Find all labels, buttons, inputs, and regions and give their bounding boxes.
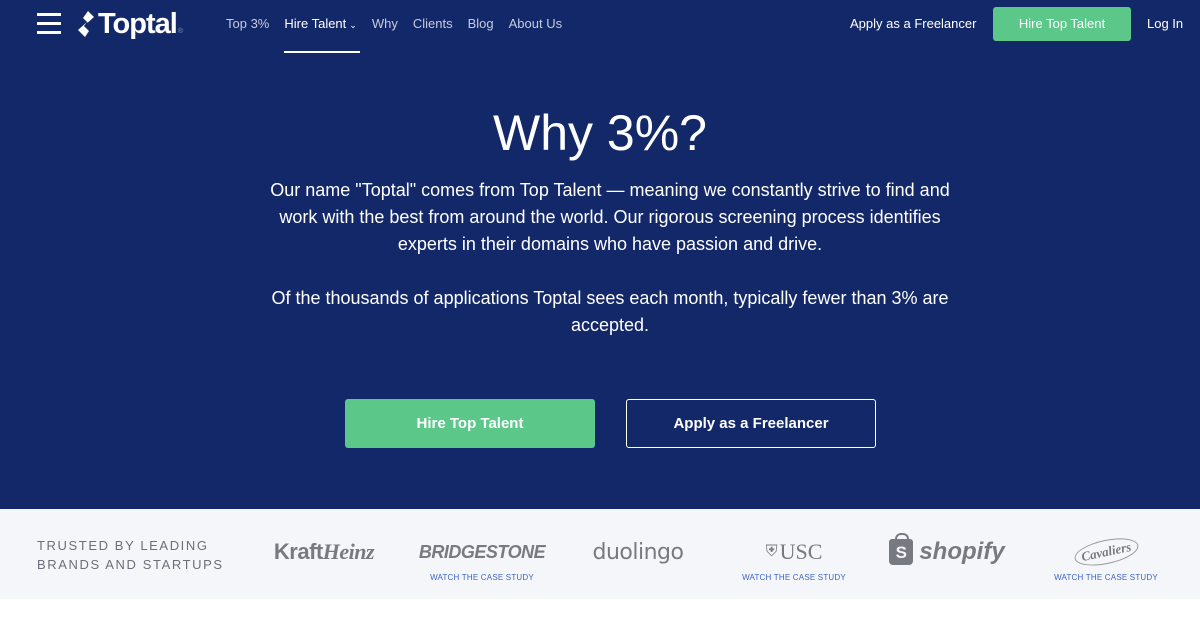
hamburger-menu-icon[interactable]: [37, 13, 61, 35]
brand-shopify: Sshopify: [877, 509, 1017, 599]
nav-hire-talent[interactable]: Hire Talent ⌄: [284, 16, 361, 53]
brand-kraftheinz: Kraft Heinz: [254, 509, 394, 599]
brand-duolingo: duolingo: [568, 509, 708, 599]
hero-paragraph-1: Our name "Toptal" comes from Top Talent …: [270, 180, 950, 254]
trusted-brands-bar: TRUSTED BY LEADING BRANDS AND STARTUPS K…: [0, 509, 1200, 599]
trusted-label: TRUSTED BY LEADING BRANDS AND STARTUPS: [37, 536, 224, 574]
brand-cavaliers: Cavaliers WATCH THE CASE STUDY: [1036, 509, 1176, 599]
nav-clients[interactable]: Clients: [413, 16, 453, 31]
page-title: Why 3%?: [493, 105, 707, 161]
shopify-bag-icon: S: [889, 533, 914, 565]
trusted-label-line-2: BRANDS AND STARTUPS: [37, 557, 224, 572]
usc-case-study-link[interactable]: WATCH THE CASE STUDY: [724, 573, 864, 582]
cavaliers-case-study-link[interactable]: WATCH THE CASE STUDY: [1036, 573, 1176, 582]
bridgestone-case-study-link[interactable]: WATCH THE CASE STUDY: [412, 573, 552, 582]
nav-links: Top 3% Hire Talent ⌄ Why Clients Blog Abo…: [226, 16, 577, 53]
nav-apply-freelancer-link[interactable]: Apply as a Freelancer: [850, 16, 976, 31]
trusted-label-line-1: TRUSTED BY LEADING: [37, 538, 209, 553]
logo-registered-mark: ®: [177, 27, 184, 35]
bridgestone-logo: BRIDGESTONE: [418, 541, 546, 562]
nav-top-3[interactable]: Top 3%: [226, 16, 269, 31]
usc-logo: ⛨ USC: [724, 537, 864, 567]
nav-hire-top-talent-button[interactable]: Hire Top Talent: [993, 7, 1131, 41]
usc-crest-icon: ⛨: [765, 543, 778, 560]
kraft-text: Kraft: [273, 539, 323, 564]
apply-as-freelancer-button[interactable]: Apply as a Freelancer: [626, 399, 876, 448]
top-nav: Toptal ® Top 3% Hire Talent ⌄ Why Clients…: [0, 0, 1200, 53]
shopify-logo: Sshopify: [877, 533, 1017, 567]
cavaliers-logo-icon: Cavaliers: [1071, 533, 1141, 571]
hero-section: Toptal ® Top 3% Hire Talent ⌄ Why Clients…: [0, 0, 1200, 509]
log-in-link[interactable]: Log In: [1147, 16, 1183, 31]
usc-text: USC: [779, 539, 823, 564]
shopify-text: shopify: [919, 538, 1005, 565]
logo-text: Toptal: [98, 7, 178, 40]
cavaliers-logo: Cavaliers: [1036, 533, 1176, 571]
toptal-logo-icon: [78, 11, 94, 37]
hero-paragraph-2: Of the thousands of applications Toptal …: [271, 288, 949, 335]
nav-why[interactable]: Why: [372, 16, 398, 31]
duolingo-logo: duolingo: [592, 539, 684, 565]
kraftheinz-logo: Kraft Heinz: [254, 537, 394, 567]
nav-about-us[interactable]: About Us: [509, 16, 562, 31]
heinz-text: Heinz: [322, 539, 375, 564]
brand-bridgestone: BRIDGESTONE WATCH THE CASE STUDY: [412, 509, 552, 599]
toptal-logo[interactable]: Toptal ®: [76, 8, 183, 40]
hire-top-talent-button[interactable]: Hire Top Talent: [345, 399, 595, 448]
nav-hire-talent-label: Hire Talent: [284, 16, 347, 31]
brand-usc: ⛨ USC WATCH THE CASE STUDY: [724, 509, 864, 599]
chevron-down-icon: ⌄: [349, 20, 357, 30]
nav-blog[interactable]: Blog: [468, 16, 494, 31]
